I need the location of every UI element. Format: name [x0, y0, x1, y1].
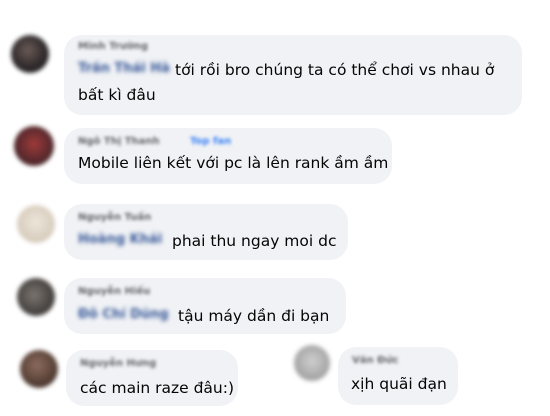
comment-bubble: Nguyễn Tuấn Hoàng Khải phai thu ngay moi… — [64, 204, 348, 260]
comment-text: xịh quãi đạn — [351, 375, 447, 393]
comment-bubble: Nguyễn Hưng các main raze đâu:) — [66, 350, 238, 406]
tagged-user[interactable]: Trần Thái Hà — [78, 61, 170, 76]
tagged-user[interactable]: Đỗ Chí Dũng — [78, 307, 169, 322]
comment-bubble: Ngô Thị Thanh Top fan Mobile liên kết vớ… — [64, 128, 392, 184]
avatar[interactable] — [294, 345, 330, 381]
avatar[interactable] — [17, 278, 55, 316]
avatar[interactable] — [20, 350, 58, 388]
comment-author[interactable]: Nguyễn Hiếu — [78, 286, 150, 297]
comment-author[interactable]: Nguyễn Tuấn — [78, 212, 151, 223]
comment-bubble: Nguyễn Hiếu Đỗ Chí Dũng tậu máy dần đi b… — [64, 278, 346, 334]
top-fan-badge: Top fan — [190, 136, 232, 147]
avatar[interactable] — [14, 126, 54, 166]
comment-author[interactable]: Ngô Thị Thanh — [78, 136, 160, 147]
comment-text: tới rồi bro chúng ta có thể chơi vs nhau… — [175, 61, 495, 79]
comment-text: bất kì đâu — [78, 86, 156, 104]
comment-text: Mobile liên kết với pc là lên rank ầm ầm — [78, 154, 389, 172]
comment-text: phai thu ngay moi dc — [172, 232, 337, 250]
comment-author[interactable]: Văn Đức — [352, 355, 399, 366]
comment-text: các main raze đâu:) — [80, 379, 235, 397]
comment-author[interactable]: Minh Trường — [78, 41, 148, 52]
comment-author[interactable]: Nguyễn Hưng — [80, 358, 156, 369]
comment-bubble: Văn Đức xịh quãi đạn — [338, 347, 458, 405]
comment-bubble: Minh Trường Trần Thái Hà tới rồi bro chú… — [64, 35, 522, 115]
tagged-user[interactable]: Hoàng Khải — [78, 232, 162, 247]
avatar[interactable] — [17, 205, 55, 243]
comment-text: tậu máy dần đi bạn — [178, 307, 330, 325]
avatar[interactable] — [11, 35, 49, 73]
